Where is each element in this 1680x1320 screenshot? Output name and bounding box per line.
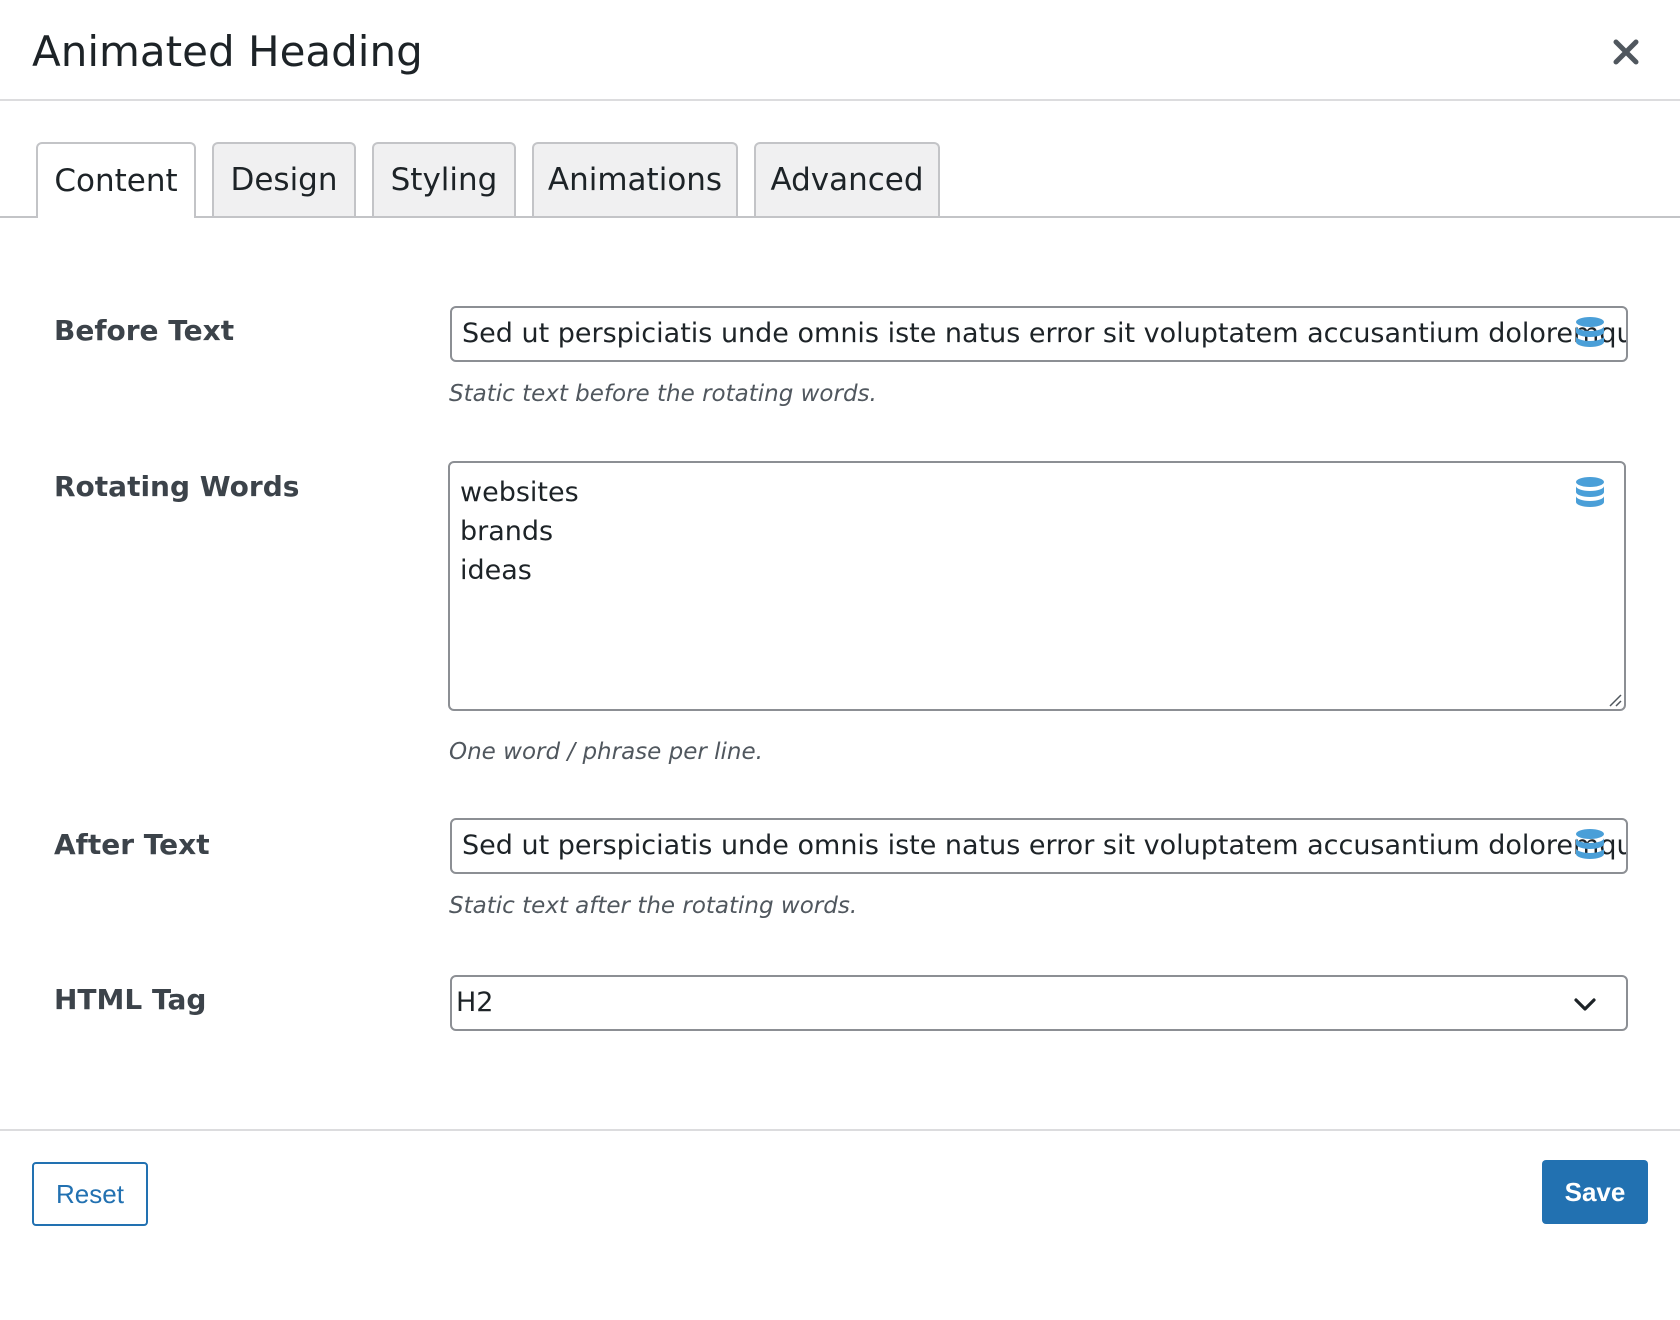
tab-design[interactable]: Design [212,142,356,216]
database-icon[interactable] [1574,828,1606,864]
database-icon[interactable] [1574,476,1606,512]
before-text-help: Static text before the rotating words. [449,381,877,407]
tab-label: Content [54,163,178,199]
save-button[interactable]: Save [1542,1160,1648,1224]
after-text-label: After Text [54,828,210,861]
modal-header: Animated Heading [0,0,1680,101]
footer-divider [0,1129,1680,1131]
animated-heading-modal: Animated Heading Content Design Styling … [0,0,1680,1320]
tab-label: Advanced [770,162,924,198]
modal-title: Animated Heading [32,27,423,76]
rotating-word-line: brands [460,516,554,547]
tab-label: Design [230,162,338,198]
chevron-down-icon [1574,998,1596,1011]
rotating-words-help: One word / phrase per line. [449,739,763,765]
before-text-input[interactable]: Sed ut perspiciatis unde omnis iste natu… [450,306,1628,362]
before-text-label: Before Text [54,314,235,347]
html-tag-selected-value: H2 [456,987,494,1018]
after-text-input[interactable]: Sed ut perspiciatis unde omnis iste natu… [450,818,1628,874]
html-tag-select[interactable]: H2 [450,975,1628,1031]
tab-animations[interactable]: Animations [532,142,738,216]
rotating-word-line: websites [460,477,579,508]
rotating-words-label: Rotating Words [54,470,300,503]
tab-styling[interactable]: Styling [372,142,516,216]
html-tag-label: HTML Tag [54,983,207,1016]
tab-label: Animations [547,162,723,198]
after-text-help: Static text after the rotating words. [449,893,858,919]
resize-handle-icon[interactable] [1606,691,1622,707]
close-icon [1613,39,1639,65]
rotating-word-line: ideas [460,555,532,586]
tab-bar: Content Design Styling Animations Advanc… [0,142,1680,218]
tab-content[interactable]: Content [36,142,196,218]
tab-advanced[interactable]: Advanced [754,142,940,216]
close-button[interactable] [1604,30,1648,74]
reset-button[interactable]: Reset [32,1162,148,1226]
rotating-words-textarea[interactable]: websites brands ideas [448,461,1626,711]
tab-label: Styling [390,162,498,198]
database-icon[interactable] [1574,316,1606,352]
